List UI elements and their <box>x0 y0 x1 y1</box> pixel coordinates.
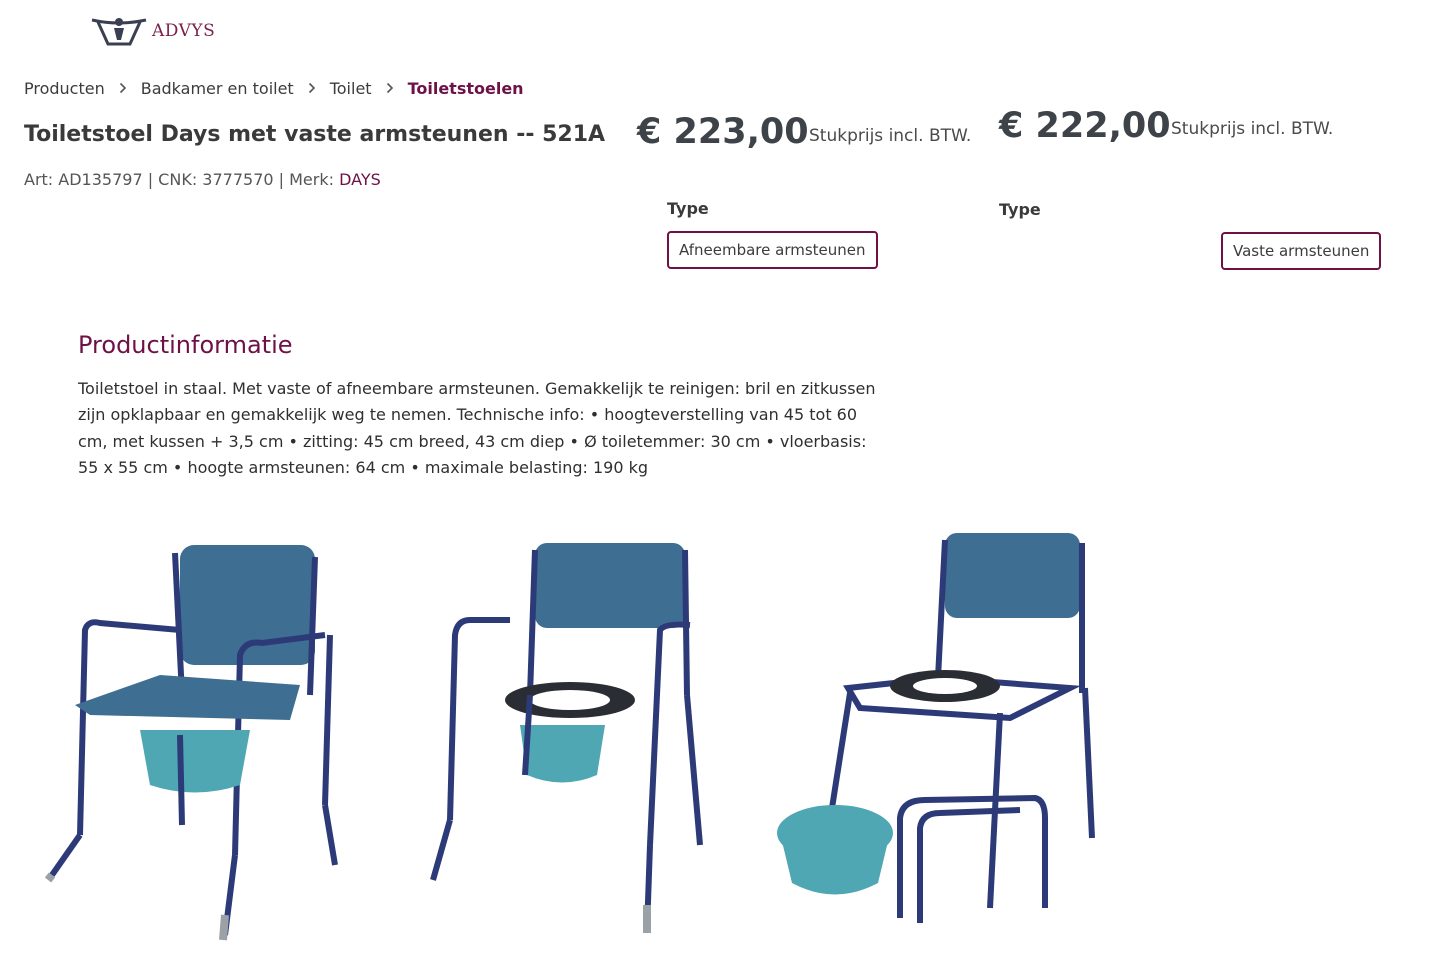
logo-mark-icon <box>91 18 147 46</box>
breadcrumb-link-toilet[interactable]: Toilet <box>330 79 372 98</box>
chevron-right-icon <box>386 82 394 94</box>
product-title: Toiletstoel Days met vaste armsteunen --… <box>24 122 606 147</box>
product-codes: Art: AD135797 | CNK: 3777570 | Merk: <box>24 170 340 189</box>
variant-price-note-1: Stukprijs incl. BTW. <box>809 126 972 146</box>
variant-price-note-2: Stukprijs incl. BTW. <box>1171 119 1334 139</box>
product-image-chair-with-cushion[interactable] <box>40 535 360 955</box>
breadcrumb: Producten Badkamer en toilet Toilet Toil… <box>24 76 524 100</box>
chevron-right-icon <box>308 82 316 94</box>
variant-type-label-2: Type <box>999 200 1041 219</box>
product-image-chair-open-seat[interactable] <box>425 535 725 945</box>
breadcrumb-current-toiletstoelen[interactable]: Toiletstoelen <box>408 79 524 98</box>
brand-logo[interactable]: ADVYS <box>90 12 220 50</box>
option-vaste-armsteunen-button[interactable]: Vaste armsteunen <box>1221 232 1382 270</box>
product-meta: Art: AD135797 | CNK: 3777570 | Merk: DAY… <box>24 170 381 189</box>
logo-text: ADVYS <box>152 21 216 41</box>
breadcrumb-link-producten[interactable]: Producten <box>24 79 105 98</box>
variant-type-label-1: Type <box>667 199 709 218</box>
product-image-chair-disassembled[interactable] <box>770 528 1110 938</box>
product-description: Toiletstoel in staal. Met vaste of afnee… <box>78 379 876 477</box>
chevron-right-icon <box>119 82 127 94</box>
brand-link[interactable]: DAYS <box>339 170 381 189</box>
variant-price-1: € 223,00 <box>637 112 809 152</box>
option-afneembare-armsteunen-button[interactable]: Afneembare armsteunen <box>667 231 878 269</box>
variant-price-2: € 222,00 <box>999 106 1171 146</box>
breadcrumb-link-badkamer[interactable]: Badkamer en toilet <box>141 79 294 98</box>
product-info-heading: Productinformatie <box>78 331 293 359</box>
